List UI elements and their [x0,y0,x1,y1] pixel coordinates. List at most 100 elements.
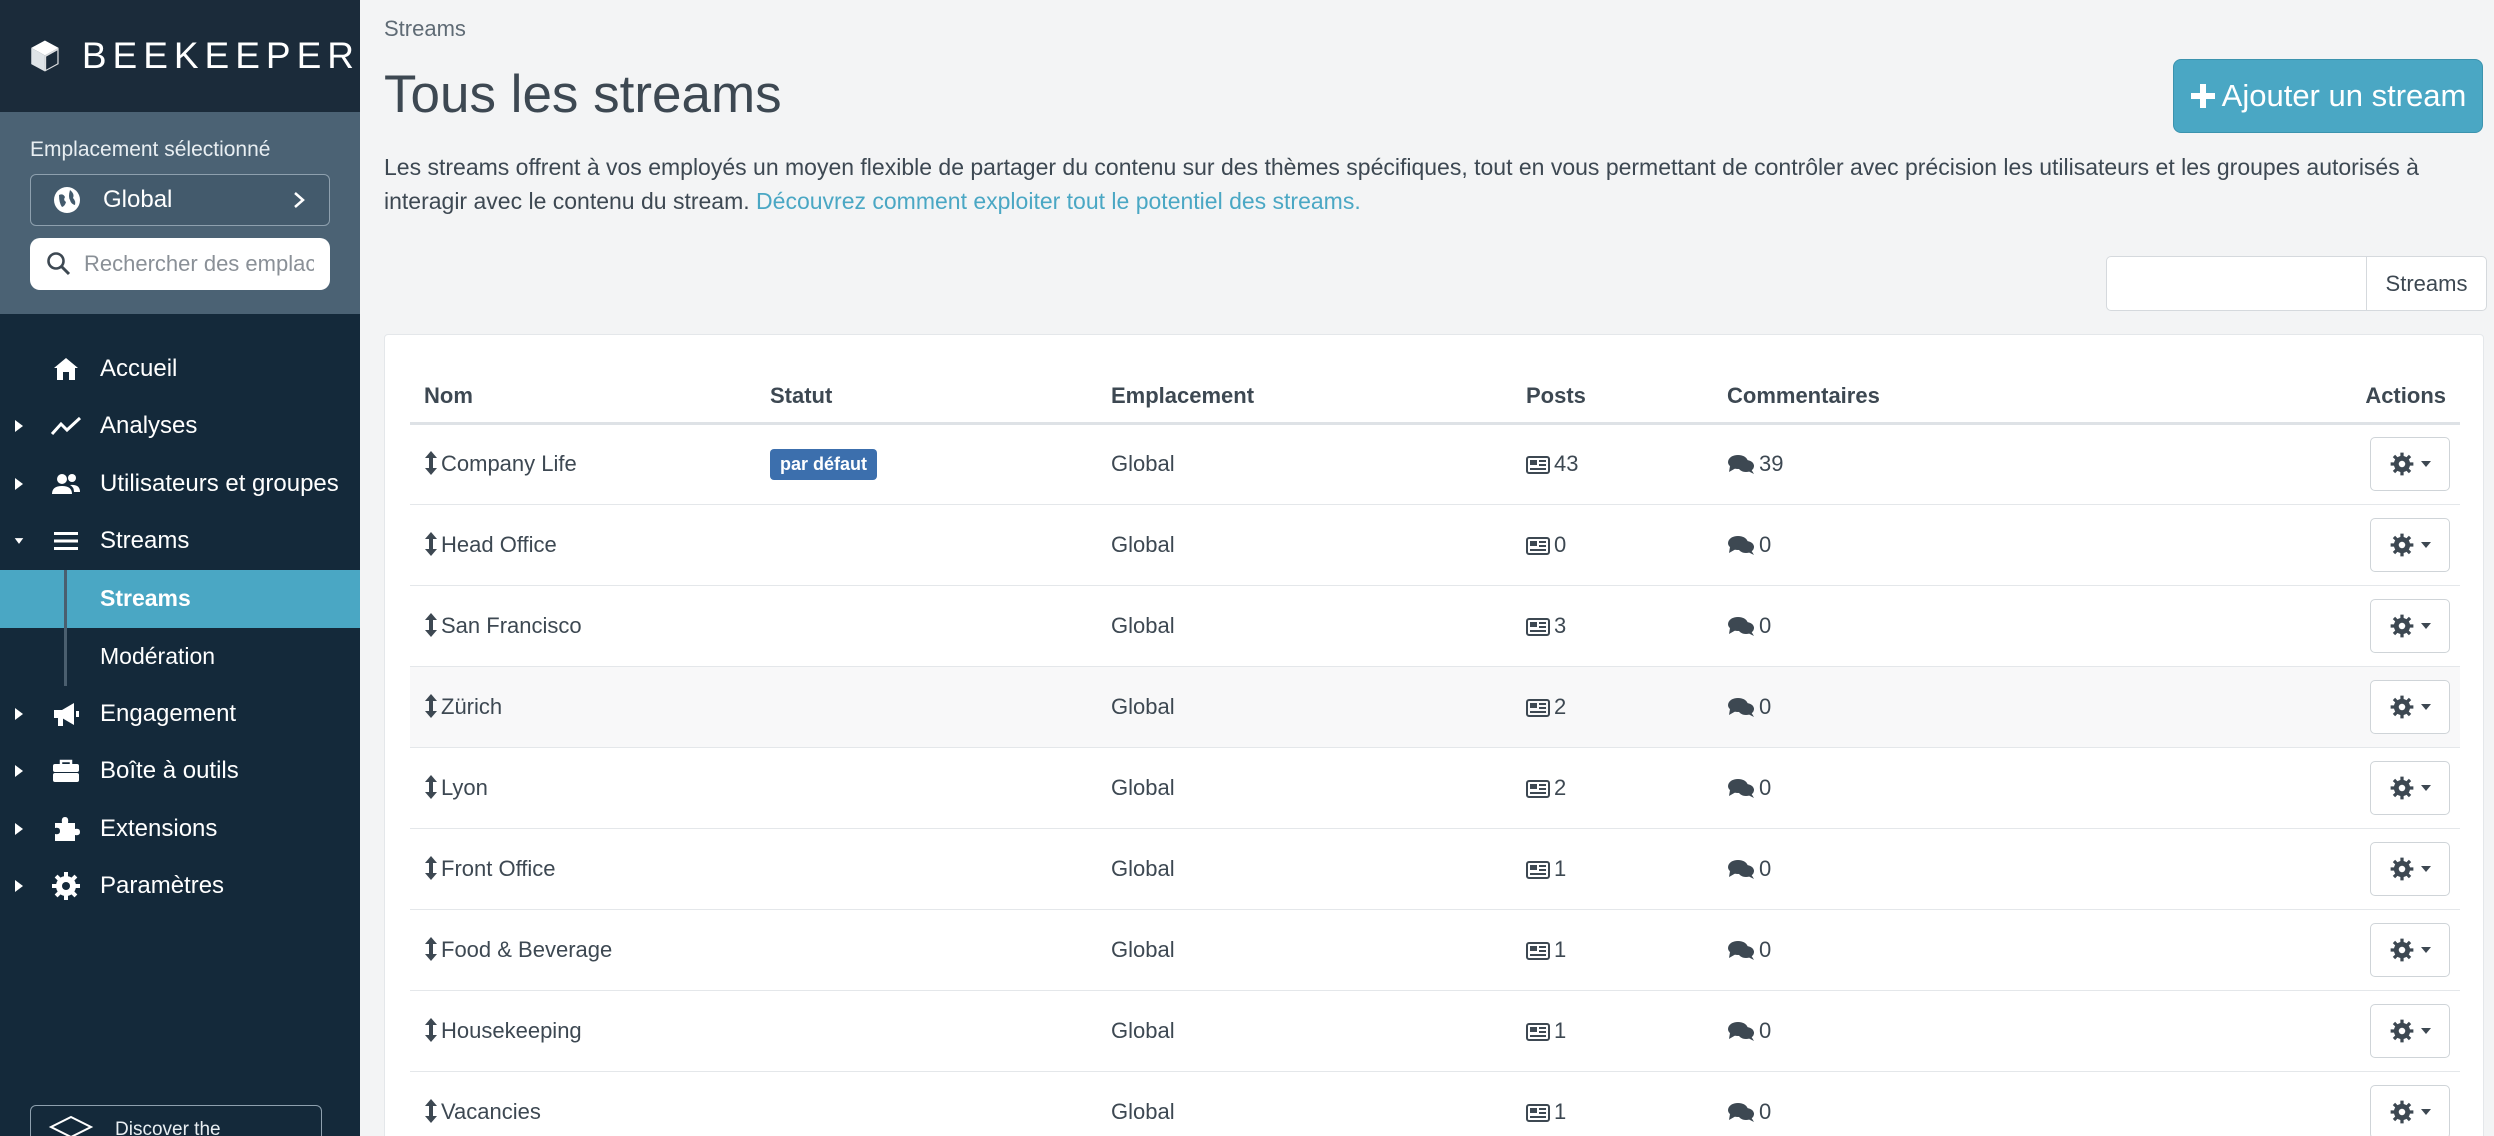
drag-handle-icon[interactable] [424,774,438,799]
stream-name-cell[interactable]: Vacancies [410,1071,756,1136]
location-selector[interactable]: Global [30,174,330,226]
stream-name-cell[interactable]: Head Office [410,504,756,586]
posts-cell: 43 [1512,423,1713,505]
caret-down-icon [2421,865,2431,872]
stream-name[interactable]: Housekeeping [441,1018,582,1043]
location-search[interactable] [30,238,330,290]
add-stream-button[interactable]: Ajouter un stream [2173,59,2483,133]
location-cell: Global [1097,423,1512,505]
list-icon [54,532,78,551]
table-row: Head Office Global 0 0 [410,504,2460,586]
comments-cell: 0 [1713,828,2113,910]
caret-right-icon [15,477,23,490]
stream-actions-button[interactable] [2370,760,2450,815]
stream-name[interactable]: Front Office [441,856,556,881]
caret-right-icon [15,420,23,433]
main-content: Streams Tous les streams Ajouter un stre… [360,0,2494,1136]
stream-name[interactable]: Food & Beverage [441,937,612,962]
comments-count: 0 [1759,1098,1772,1124]
newspaper-icon [1526,617,1550,636]
stream-name-cell[interactable]: Housekeeping [410,990,756,1072]
discover-logo-icon [48,1115,94,1136]
col-comments-header[interactable]: Commentaires [1713,371,2113,425]
drag-handle-icon[interactable] [424,531,438,556]
stream-name[interactable]: Company Life [441,451,577,476]
drag-handle-icon[interactable] [424,451,438,475]
table-row: Housekeeping Global 1 0 [410,990,2460,1072]
nav-item-boite-a-outils[interactable]: Boîte à outils [0,743,360,801]
drag-handle-icon[interactable] [424,612,438,637]
col-name-header[interactable]: Nom [410,371,756,425]
location-selected: Global [103,186,173,213]
comments-icon [1728,1102,1754,1122]
drag-handle-icon[interactable] [424,1017,438,1042]
stream-name[interactable]: Lyon [441,775,488,800]
drag-handle-icon[interactable] [424,693,438,718]
stream-actions-button[interactable] [2370,679,2450,734]
table-row: Food & Beverage Global 1 0 [410,909,2460,991]
location-search-input[interactable] [84,251,314,277]
sidebar: BEEKEEPER Emplacement sélectionné Global [0,0,360,1136]
drag-handle-icon[interactable] [424,936,438,961]
posts-count: 43 [1554,451,1579,476]
stream-search-button[interactable]: Streams [2366,256,2487,311]
sub-item-streams[interactable]: Streams [0,570,360,628]
stream-name-cell[interactable]: San Francisco [410,585,756,667]
stream-search-input[interactable] [2106,256,2366,311]
comments-count: 0 [1759,855,1772,881]
col-posts-header[interactable]: Posts [1512,371,1713,425]
brand-header[interactable]: BEEKEEPER [0,0,360,112]
comments-cell: 0 [1713,909,2113,991]
nav-item-engagement[interactable]: Engagement [0,685,360,743]
nav-item-streams[interactable]: Streams [0,513,360,571]
newspaper-icon [1526,941,1550,960]
comments-cell: 0 [1713,585,2113,667]
nav-item-analyses[interactable]: Analyses [0,398,360,456]
stream-actions-button[interactable] [2370,598,2450,653]
table-row: Vacancies Global 1 0 [410,1071,2460,1136]
stream-name[interactable]: Vacancies [441,1099,541,1124]
status-cell [756,828,1097,910]
status-cell [756,666,1097,748]
stream-name-cell[interactable]: Zürich [410,666,756,748]
nav-item-parametres[interactable]: Paramètres [0,858,360,916]
col-location-header[interactable]: Emplacement [1097,371,1512,425]
sub-item-moderation[interactable]: Modération [0,628,360,686]
stream-name-cell[interactable]: Lyon [410,747,756,829]
add-stream-label: Ajouter un stream [2221,78,2467,113]
location-cell: Global [1097,747,1512,829]
comments-count: 0 [1759,612,1772,638]
learn-more-link[interactable]: Découvrez comment exploiter tout le pote… [756,188,1361,214]
page-title: Tous les streams [384,65,782,124]
drag-handle-icon[interactable] [424,1098,438,1123]
discover-banner[interactable]: Discover the [30,1105,322,1136]
stream-name[interactable]: San Francisco [441,613,582,638]
stream-name-cell[interactable]: Company Life [410,423,756,505]
stream-name-cell[interactable]: Food & Beverage [410,909,756,991]
comments-icon [1728,1021,1754,1041]
stream-actions-button[interactable] [2370,1084,2450,1136]
stream-actions-button[interactable] [2370,922,2450,977]
newspaper-icon [1526,1103,1550,1122]
home-icon [54,357,78,380]
breadcrumb[interactable]: Streams [384,16,466,42]
stream-name[interactable]: Head Office [441,532,557,557]
stream-name[interactable]: Zürich [441,694,502,719]
col-status-header[interactable]: Statut [756,371,1097,425]
stream-name-cell[interactable]: Front Office [410,828,756,910]
posts-count: 1 [1554,1017,1567,1043]
nav-item-extensions[interactable]: Extensions [0,800,360,858]
nav-label: Accueil [100,354,178,382]
stream-actions-button[interactable] [2370,437,2450,491]
actions-cell [2113,828,2460,910]
actions-cell [2113,666,2460,748]
stream-actions-button[interactable] [2370,517,2450,572]
newspaper-icon [1526,536,1550,555]
comments-count: 0 [1759,774,1772,800]
drag-handle-icon[interactable] [424,855,438,880]
nav-item-utilisateurs[interactable]: Utilisateurs et groupes [0,455,360,513]
stream-actions-button[interactable] [2370,1003,2450,1058]
table-row: Zürich Global 2 0 [410,666,2460,748]
nav-item-accueil[interactable]: Accueil [0,340,360,398]
stream-actions-button[interactable] [2370,841,2450,896]
